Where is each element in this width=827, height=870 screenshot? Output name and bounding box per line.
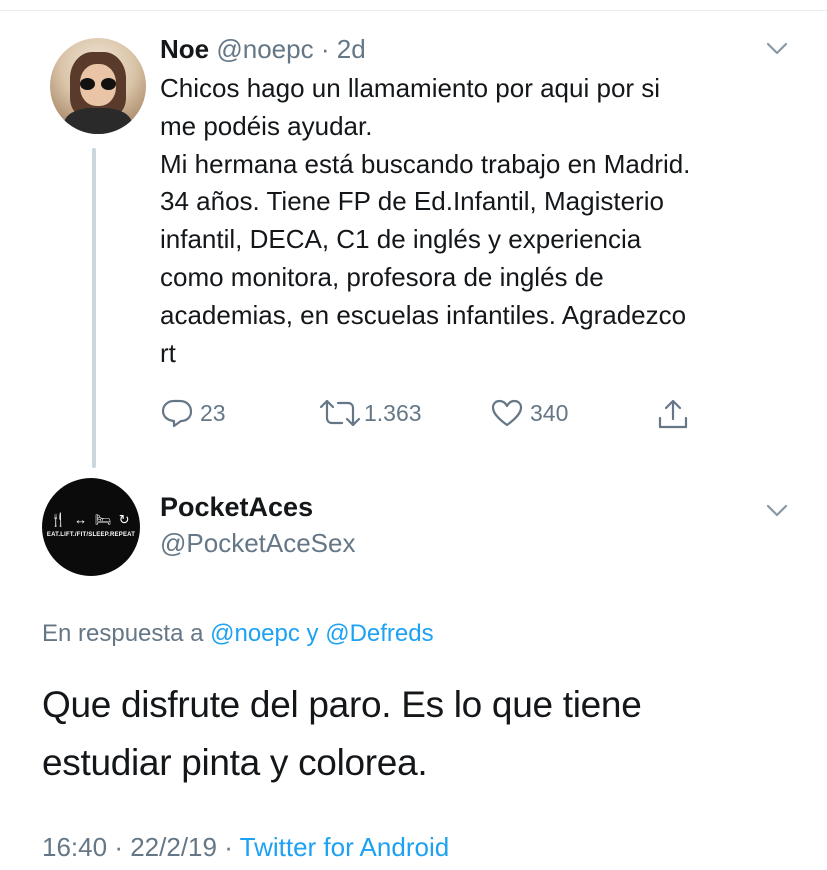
retweet-button[interactable]: 1.363: [318, 398, 422, 428]
reply-and: y: [306, 620, 319, 647]
tweet1-age[interactable]: 2d: [337, 34, 366, 64]
avatar-pocketaces[interactable]: 🍴 ↔ 🛏 ↻ EAT.LIFT./FIT/SLEEP.REPEAT: [42, 478, 140, 576]
like-button[interactable]: 340: [490, 398, 568, 428]
reply-count: 23: [200, 399, 226, 426]
reply-mention-defreds[interactable]: @Defreds: [325, 620, 433, 647]
tweet1-line: academias, en escuelas infantiles. Agrad…: [160, 299, 687, 330]
like-icon: [490, 398, 524, 428]
retweet-icon: [318, 398, 362, 428]
tweet1-line: Mi hermana está buscando trabajo en Madr…: [160, 148, 691, 179]
tweet2-date: 22/2/19: [130, 832, 217, 862]
tweet1-line: rt: [160, 337, 176, 368]
retweet-count: 1.363: [364, 399, 422, 426]
reply-icon: [160, 398, 194, 428]
tweet2-author-name[interactable]: PocketAces: [160, 492, 313, 523]
tweet2-source-link[interactable]: Twitter for Android: [240, 832, 450, 862]
tweet2-line: estudiar pinta y colorea.: [42, 742, 428, 783]
chevron-down-icon[interactable]: [766, 504, 788, 518]
tweet2-text: Que disfrute del paro. Es lo que tiene e…: [42, 676, 802, 792]
tweet1-line: 34 años. Tiene FP de Ed.Infantil, Magist…: [160, 186, 664, 217]
tweet1-line: me podéis ayudar.: [160, 110, 373, 141]
reply-mention-noepc[interactable]: @noepc: [210, 620, 300, 647]
tweet2-author-handle[interactable]: @PocketAceSex: [160, 528, 355, 559]
tweet1-separator: ·: [320, 34, 330, 64]
tweet1-author-handle[interactable]: @noepc: [216, 34, 313, 64]
tweet2-time: 16:40: [42, 832, 108, 862]
thread-line: [92, 148, 96, 468]
share-icon: [656, 398, 690, 432]
top-divider: [0, 10, 827, 11]
tweet2-separator: ·: [224, 832, 233, 862]
tweet1-text: Chicos hago un llamamiento por aqui por …: [160, 70, 800, 372]
tweet2-meta: 16:40 · 22/2/19 · Twitter for Android: [42, 832, 449, 863]
tweet1-line: como monitora, profesora de inglés de: [160, 261, 604, 292]
reply-prefix: En respuesta a: [42, 620, 204, 647]
avatar-icons: 🍴 ↔ 🛏 ↻: [50, 512, 132, 527]
tweet2-separator: ·: [114, 832, 123, 862]
tweet1-header: Noe @noepc · 2d: [160, 32, 366, 66]
avatar-noe[interactable]: [50, 38, 146, 134]
avatar-motto: EAT.LIFT./FIT/SLEEP.REPEAT: [46, 532, 136, 538]
tweet1-author-name[interactable]: Noe: [160, 34, 209, 64]
tweet2-line: Que disfrute del paro. Es lo que tiene: [42, 684, 642, 725]
like-count: 340: [530, 399, 569, 426]
chevron-down-icon[interactable]: [766, 42, 788, 56]
tweet1-line: infantil, DECA, C1 de inglés y experienc…: [160, 224, 642, 255]
reply-button[interactable]: 23: [160, 398, 226, 428]
reply-context: En respuesta a @noepc y @Defreds: [42, 620, 434, 648]
tweet1-line: Chicos hago un llamamiento por aqui por …: [160, 73, 661, 103]
share-button[interactable]: [656, 398, 690, 432]
